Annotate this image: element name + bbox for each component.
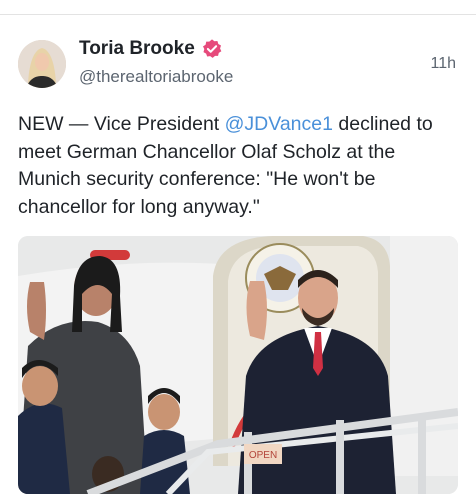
avatar[interactable] [18,40,66,88]
post-text-prefix: NEW — Vice President [18,113,225,135]
post-text: NEW — Vice President @JDVance1 declined … [18,111,463,221]
post-card[interactable]: Toria Brooke @therealtoriabrooke 11h NEW… [0,15,476,500]
mention-link[interactable]: @JDVance1 [225,113,333,135]
author-handle[interactable]: @therealtoriabrooke [79,67,233,87]
post-timestamp[interactable]: 11h [430,55,456,73]
author-name[interactable]: Toria Brooke [79,38,195,60]
author-name-row: Toria Brooke [79,38,223,60]
verified-badge-icon [202,39,222,58]
post-media-image[interactable]: OPEN [18,236,458,494]
stair-sign-text: OPEN [249,450,277,461]
top-divider [0,0,476,15]
